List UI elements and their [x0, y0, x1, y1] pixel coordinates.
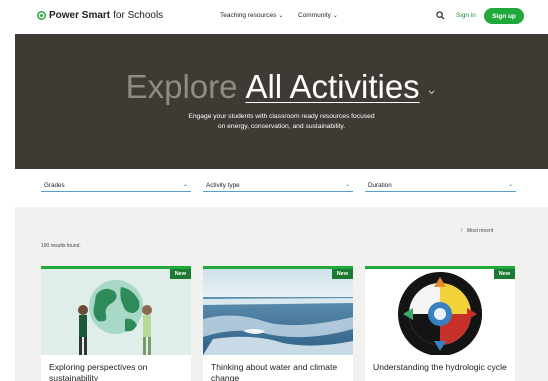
sort-arrow-icon: ↑ — [460, 228, 463, 234]
hero-subtitle: Engage your students with classroom read… — [15, 112, 548, 132]
chevron-down-icon[interactable]: ⌄ — [426, 81, 438, 97]
filter-grades-dropdown[interactable]: Grades ⌄ — [41, 180, 191, 192]
activity-card[interactable]: New Exploring perspectives on sustainabi… — [41, 266, 191, 381]
filter-duration-dropdown[interactable]: Duration ⌄ — [365, 180, 516, 192]
hero-title: Explore All Activities ⌄ — [15, 68, 548, 106]
logo-text-strong: Power Smart — [49, 10, 111, 21]
card-image-icy-water — [203, 269, 353, 355]
sort-label: Most recent — [467, 228, 494, 234]
top-navigation-bar: Power Smart for Schools Teaching resourc… — [0, 0, 548, 34]
hero-subtitle-line: on energy, conservation, and sustainabil… — [217, 123, 346, 130]
activity-card[interactable]: New Understanding the hydrologic cycle — [365, 266, 515, 381]
chevron-down-icon: ⌄ — [278, 13, 284, 19]
results-count: 190 results found. — [41, 243, 81, 249]
hero-title-prefix: Explore — [125, 68, 238, 105]
logo-mark-icon — [37, 11, 46, 20]
chevron-down-icon: ⌄ — [332, 13, 338, 19]
card-image-globe — [41, 269, 191, 355]
card-image-medicine-wheel — [365, 269, 515, 355]
card-title: Understanding the hydrologic cycle — [373, 362, 507, 372]
sign-in-link[interactable]: Sign in — [456, 12, 476, 19]
new-badge: New — [331, 269, 353, 279]
sign-up-button[interactable]: Sign up — [484, 8, 524, 24]
card-title: Thinking about water and climate change — [211, 362, 338, 381]
filter-activity-type-dropdown[interactable]: Activity type ⌄ — [203, 180, 353, 192]
nav-community[interactable]: Community ⌄ — [298, 12, 338, 19]
search-icon[interactable] — [436, 11, 445, 20]
filter-label: Activity type — [206, 182, 240, 189]
new-badge: New — [169, 269, 191, 279]
filter-label: Grades — [44, 182, 65, 189]
nav-teaching-resources[interactable]: Teaching resources ⌄ — [220, 12, 283, 19]
activity-card[interactable]: New Thinking about water and climate cha… — [203, 266, 353, 381]
activity-category-selector[interactable]: All Activities — [245, 68, 419, 105]
new-badge: New — [493, 269, 515, 279]
card-title: Exploring perspectives on sustainability — [49, 362, 148, 381]
hero-banner: Explore All Activities ⌄ Engage your stude… — [15, 34, 548, 169]
sort-control[interactable]: ↑ Most recent — [460, 228, 493, 234]
chevron-down-icon: ⌄ — [344, 182, 350, 188]
site-logo[interactable]: Power Smart for Schools — [37, 10, 163, 21]
filter-label: Duration — [368, 182, 392, 189]
page: Power Smart for Schools Teaching resourc… — [0, 0, 548, 381]
chevron-down-icon: ⌄ — [182, 182, 188, 188]
nav-label: Teaching resources — [220, 12, 277, 19]
hero-subtitle-line: Engage your students with classroom read… — [188, 113, 375, 120]
nav-label: Community — [298, 12, 331, 19]
chevron-down-icon: ⌄ — [507, 182, 513, 188]
logo-text-light: for Schools — [113, 10, 164, 21]
